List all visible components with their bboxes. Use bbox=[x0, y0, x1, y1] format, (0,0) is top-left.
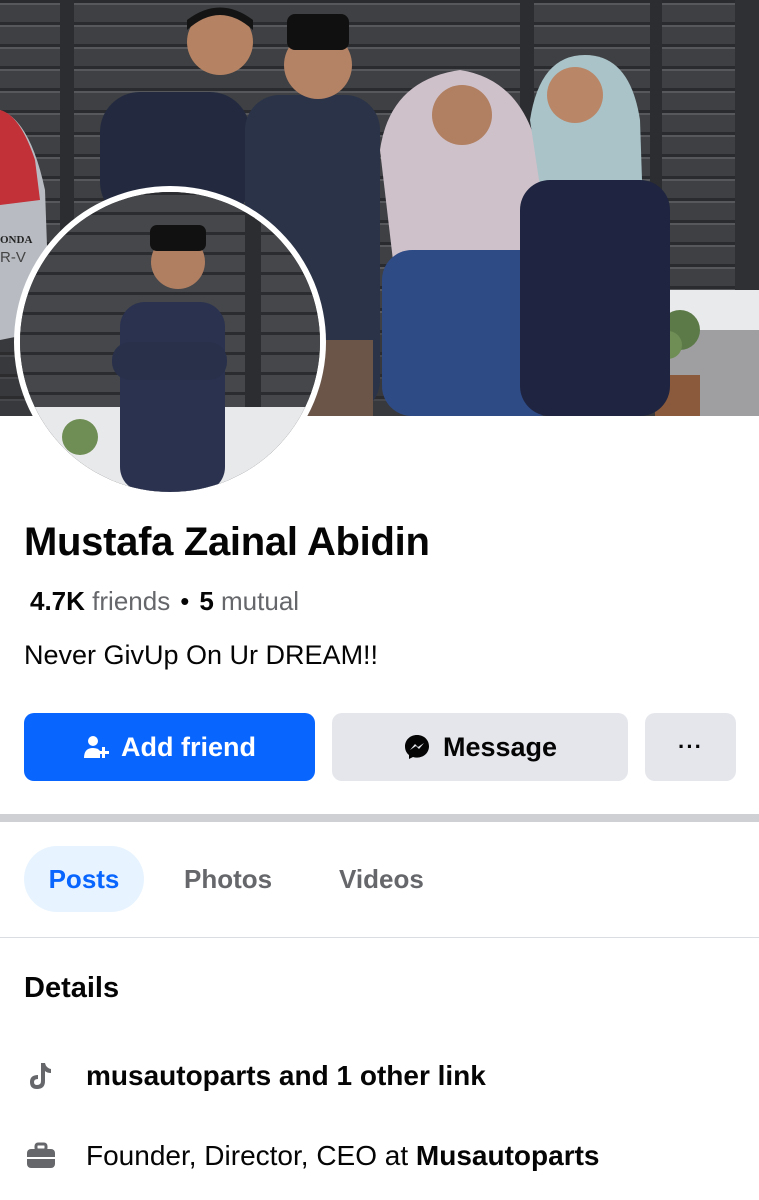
message-label: Message bbox=[442, 731, 558, 762]
profile-picture-frame[interactable] bbox=[14, 186, 326, 498]
car-badge-text: ONDA bbox=[0, 234, 32, 246]
detail-link-row[interactable]: musautoparts and 1 other link bbox=[24, 1060, 486, 1092]
more-options-button[interactable]: ··· bbox=[645, 713, 736, 781]
friends-count: 4.7K bbox=[30, 586, 85, 616]
tab-videos[interactable]: Videos bbox=[339, 846, 424, 912]
car-badge-model: R-V bbox=[0, 249, 26, 266]
detail-link-text[interactable]: musautoparts and 1 other link bbox=[86, 1060, 486, 1092]
details-heading: Details bbox=[24, 972, 120, 1004]
detail-work-prefix: Founder, Director, CEO at bbox=[86, 1140, 416, 1171]
mutual-label: mutual bbox=[221, 586, 300, 616]
profile-picture[interactable] bbox=[20, 192, 320, 492]
detail-work-company[interactable]: Musautoparts bbox=[416, 1140, 600, 1172]
friends-summary[interactable]: 4.7K friends • 5 mutual bbox=[30, 586, 299, 617]
tabs-divider bbox=[0, 937, 759, 938]
mutual-count: 5 bbox=[199, 586, 214, 616]
tab-posts[interactable]: Posts bbox=[24, 846, 144, 912]
friends-label: friends bbox=[92, 586, 171, 616]
section-divider bbox=[0, 814, 759, 822]
tab-photos[interactable]: Photos bbox=[184, 846, 272, 912]
messenger-icon bbox=[403, 733, 431, 761]
profile-bio: Never GivUp On Ur DREAM!! bbox=[24, 640, 379, 670]
person-plus-icon bbox=[83, 734, 109, 760]
detail-work-row: Founder, Director, CEO at Musautoparts bbox=[24, 1140, 600, 1172]
profile-name: Mustafa Zainal Abidin bbox=[24, 520, 430, 564]
add-friend-button[interactable]: Add friend bbox=[24, 713, 315, 781]
message-button[interactable]: Message bbox=[332, 713, 628, 781]
add-friend-label: Add friend bbox=[121, 731, 256, 762]
profile-picture-image bbox=[20, 192, 320, 492]
briefcase-icon bbox=[24, 1142, 58, 1170]
tiktok-icon bbox=[24, 1061, 58, 1091]
more-options-icon: ··· bbox=[678, 734, 703, 759]
separator-dot: • bbox=[180, 586, 190, 616]
